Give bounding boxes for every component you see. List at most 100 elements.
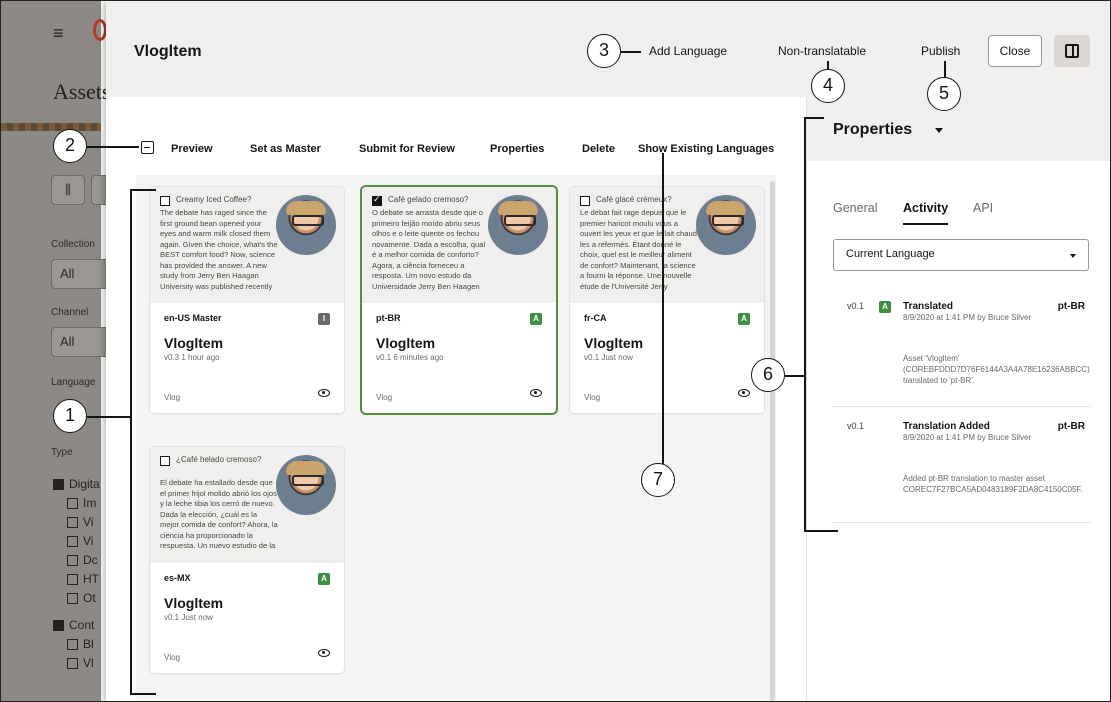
callout-bracket xyxy=(804,530,838,532)
collection-select[interactable]: All xyxy=(51,259,111,289)
eye-icon[interactable] xyxy=(530,389,542,397)
card-name: Vlogltem xyxy=(164,595,224,611)
card-checkbox[interactable] xyxy=(160,196,170,206)
card-type: Vlog xyxy=(164,653,181,662)
status-badge: I xyxy=(318,313,330,325)
avatar xyxy=(696,195,756,255)
activity-title: Translated xyxy=(903,301,954,312)
tab-activity[interactable]: Activity xyxy=(903,201,949,225)
activity-language: pt-BR xyxy=(1057,421,1085,432)
card-type: Vlog xyxy=(584,393,601,402)
type-filter-checkbox[interactable] xyxy=(67,639,78,650)
card-thumbnail: ¿Café helado cremoso? El debate ha estall… xyxy=(150,447,344,563)
callout-6: 6 xyxy=(751,358,785,392)
card-checkbox[interactable] xyxy=(580,196,590,206)
hamburger-menu-icon[interactable]: ≡ xyxy=(53,23,64,44)
channel-select[interactable]: All xyxy=(51,327,111,357)
card-checkbox[interactable] xyxy=(160,456,170,466)
eye-icon[interactable] xyxy=(318,389,330,397)
action-toolbar: Preview Set as Master Submit for Review … xyxy=(106,139,806,161)
type-filter-label: HT xyxy=(83,572,99,586)
show-existing-languages-button[interactable]: Show Existing Languages xyxy=(638,143,774,155)
translated-badge: A xyxy=(879,301,891,313)
card-language: fr-CA xyxy=(584,313,607,323)
card-meta: fr-CA A Vlogltem v0.1 Just now Vlog xyxy=(570,303,764,413)
card-name: Vlogltem xyxy=(164,335,224,351)
type-filter-checkbox[interactable] xyxy=(53,479,64,490)
type-filter-checkbox[interactable] xyxy=(67,658,78,669)
type-filter-checkbox[interactable] xyxy=(67,593,78,604)
card-language: pt-BR xyxy=(376,313,401,323)
type-filter-checkbox[interactable] xyxy=(67,517,78,528)
card-type: Vlog xyxy=(376,393,393,402)
add-language-button[interactable]: Add Language xyxy=(649,44,727,58)
card-version: v0.1 Just now xyxy=(584,353,633,362)
channel-label: Channel xyxy=(51,307,89,318)
tab-general[interactable]: General xyxy=(833,201,877,215)
publish-button[interactable]: Publish xyxy=(921,44,960,58)
callout-1: 1 xyxy=(53,399,87,433)
eye-icon[interactable] xyxy=(318,649,330,657)
callout-bracket xyxy=(130,189,132,694)
status-badge: A xyxy=(530,313,542,325)
type-filter-label: Ot xyxy=(83,591,96,605)
callout-line xyxy=(785,375,805,377)
card-type: Vlog xyxy=(164,393,181,402)
collapse-icon[interactable] xyxy=(141,141,154,154)
card-version: v0.1 Just now xyxy=(164,613,213,622)
type-filter-label: Bl xyxy=(83,637,94,651)
delete-button[interactable]: Delete xyxy=(582,143,615,155)
callout-bracket xyxy=(804,117,806,531)
type-filter-label: Vi xyxy=(83,515,94,529)
card-checkbox[interactable] xyxy=(372,194,382,206)
callout-2: 2 xyxy=(53,129,87,163)
language-card-es-MX[interactable]: ¿Café helado cremoso? El debate ha estall… xyxy=(150,447,344,673)
activity-version: v0.1 xyxy=(847,421,865,431)
page-title: Assets xyxy=(53,79,111,104)
submit-for-review-button[interactable]: Submit for Review xyxy=(359,143,455,155)
language-card-fr-CA[interactable]: Café glacé crémeux? Le débat fait rage de… xyxy=(570,187,764,413)
type-filter-label: Cont xyxy=(69,618,95,632)
chevron-down-icon[interactable] xyxy=(935,128,943,133)
set-as-master-button[interactable]: Set as Master xyxy=(250,143,321,155)
properties-button[interactable]: Properties xyxy=(490,143,544,155)
language-card-pt-BR[interactable]: Café gelado cremoso? O debate se arrasta … xyxy=(362,187,556,413)
type-label: Type xyxy=(51,447,73,458)
properties-tabs: General Activity API xyxy=(833,201,1093,225)
language-card-en-US[interactable]: Creamy Iced Coffee? The debate has raged … xyxy=(150,187,344,413)
non-translatable-button[interactable]: Non-translatable xyxy=(778,44,866,58)
filter-icon[interactable]: ⫼ xyxy=(51,175,85,205)
avatar xyxy=(276,455,336,515)
card-thumbnail: Creamy Iced Coffee? The debate has raged … xyxy=(150,187,344,303)
tab-api[interactable]: API xyxy=(973,201,993,215)
banner-strip xyxy=(1,123,101,131)
screenshot-frame: ≡ Assets ⫼ Collection All Channel All La… xyxy=(0,0,1111,702)
activity-date: 8/9/2020 at 1:41 PM by Bruce Silver xyxy=(903,313,1032,322)
toggle-panel-button[interactable] xyxy=(1054,35,1090,67)
eye-icon[interactable] xyxy=(738,389,750,397)
type-filter-label: Vi xyxy=(83,534,94,548)
card-body-text: Le débat fait rage depuis que le premier… xyxy=(580,208,697,291)
type-filter-checkbox[interactable] xyxy=(53,620,64,631)
type-filter-checkbox[interactable] xyxy=(67,555,78,566)
card-name: Vlogltem xyxy=(376,335,436,351)
card-question: Creamy Iced Coffee? xyxy=(176,195,252,204)
language-scope-select[interactable]: Current Language xyxy=(833,239,1089,271)
card-question: Café gelado cremoso? xyxy=(388,195,469,204)
status-badge: A xyxy=(318,573,330,585)
type-filter-checkbox[interactable] xyxy=(67,574,78,585)
scrollbar[interactable] xyxy=(770,181,775,701)
activity-item: v0.1 Translation Added pt-BR 8/9/2020 at… xyxy=(833,421,1091,523)
type-filter-checkbox[interactable] xyxy=(67,498,78,509)
card-question: ¿Café helado cremoso? xyxy=(176,455,262,464)
card-question: Café glacé crémeux? xyxy=(596,195,672,204)
properties-header: Properties xyxy=(807,97,1110,161)
callout-3: 3 xyxy=(587,34,621,68)
close-button[interactable]: Close xyxy=(988,35,1042,67)
type-filter-checkbox[interactable] xyxy=(67,536,78,547)
asset-title: Vlogltem xyxy=(134,43,202,60)
avatar xyxy=(276,195,336,255)
preview-button[interactable]: Preview xyxy=(171,143,213,155)
activity-detail: Added pt-BR translation to master asset … xyxy=(903,474,1083,494)
callout-7: 7 xyxy=(641,463,675,497)
